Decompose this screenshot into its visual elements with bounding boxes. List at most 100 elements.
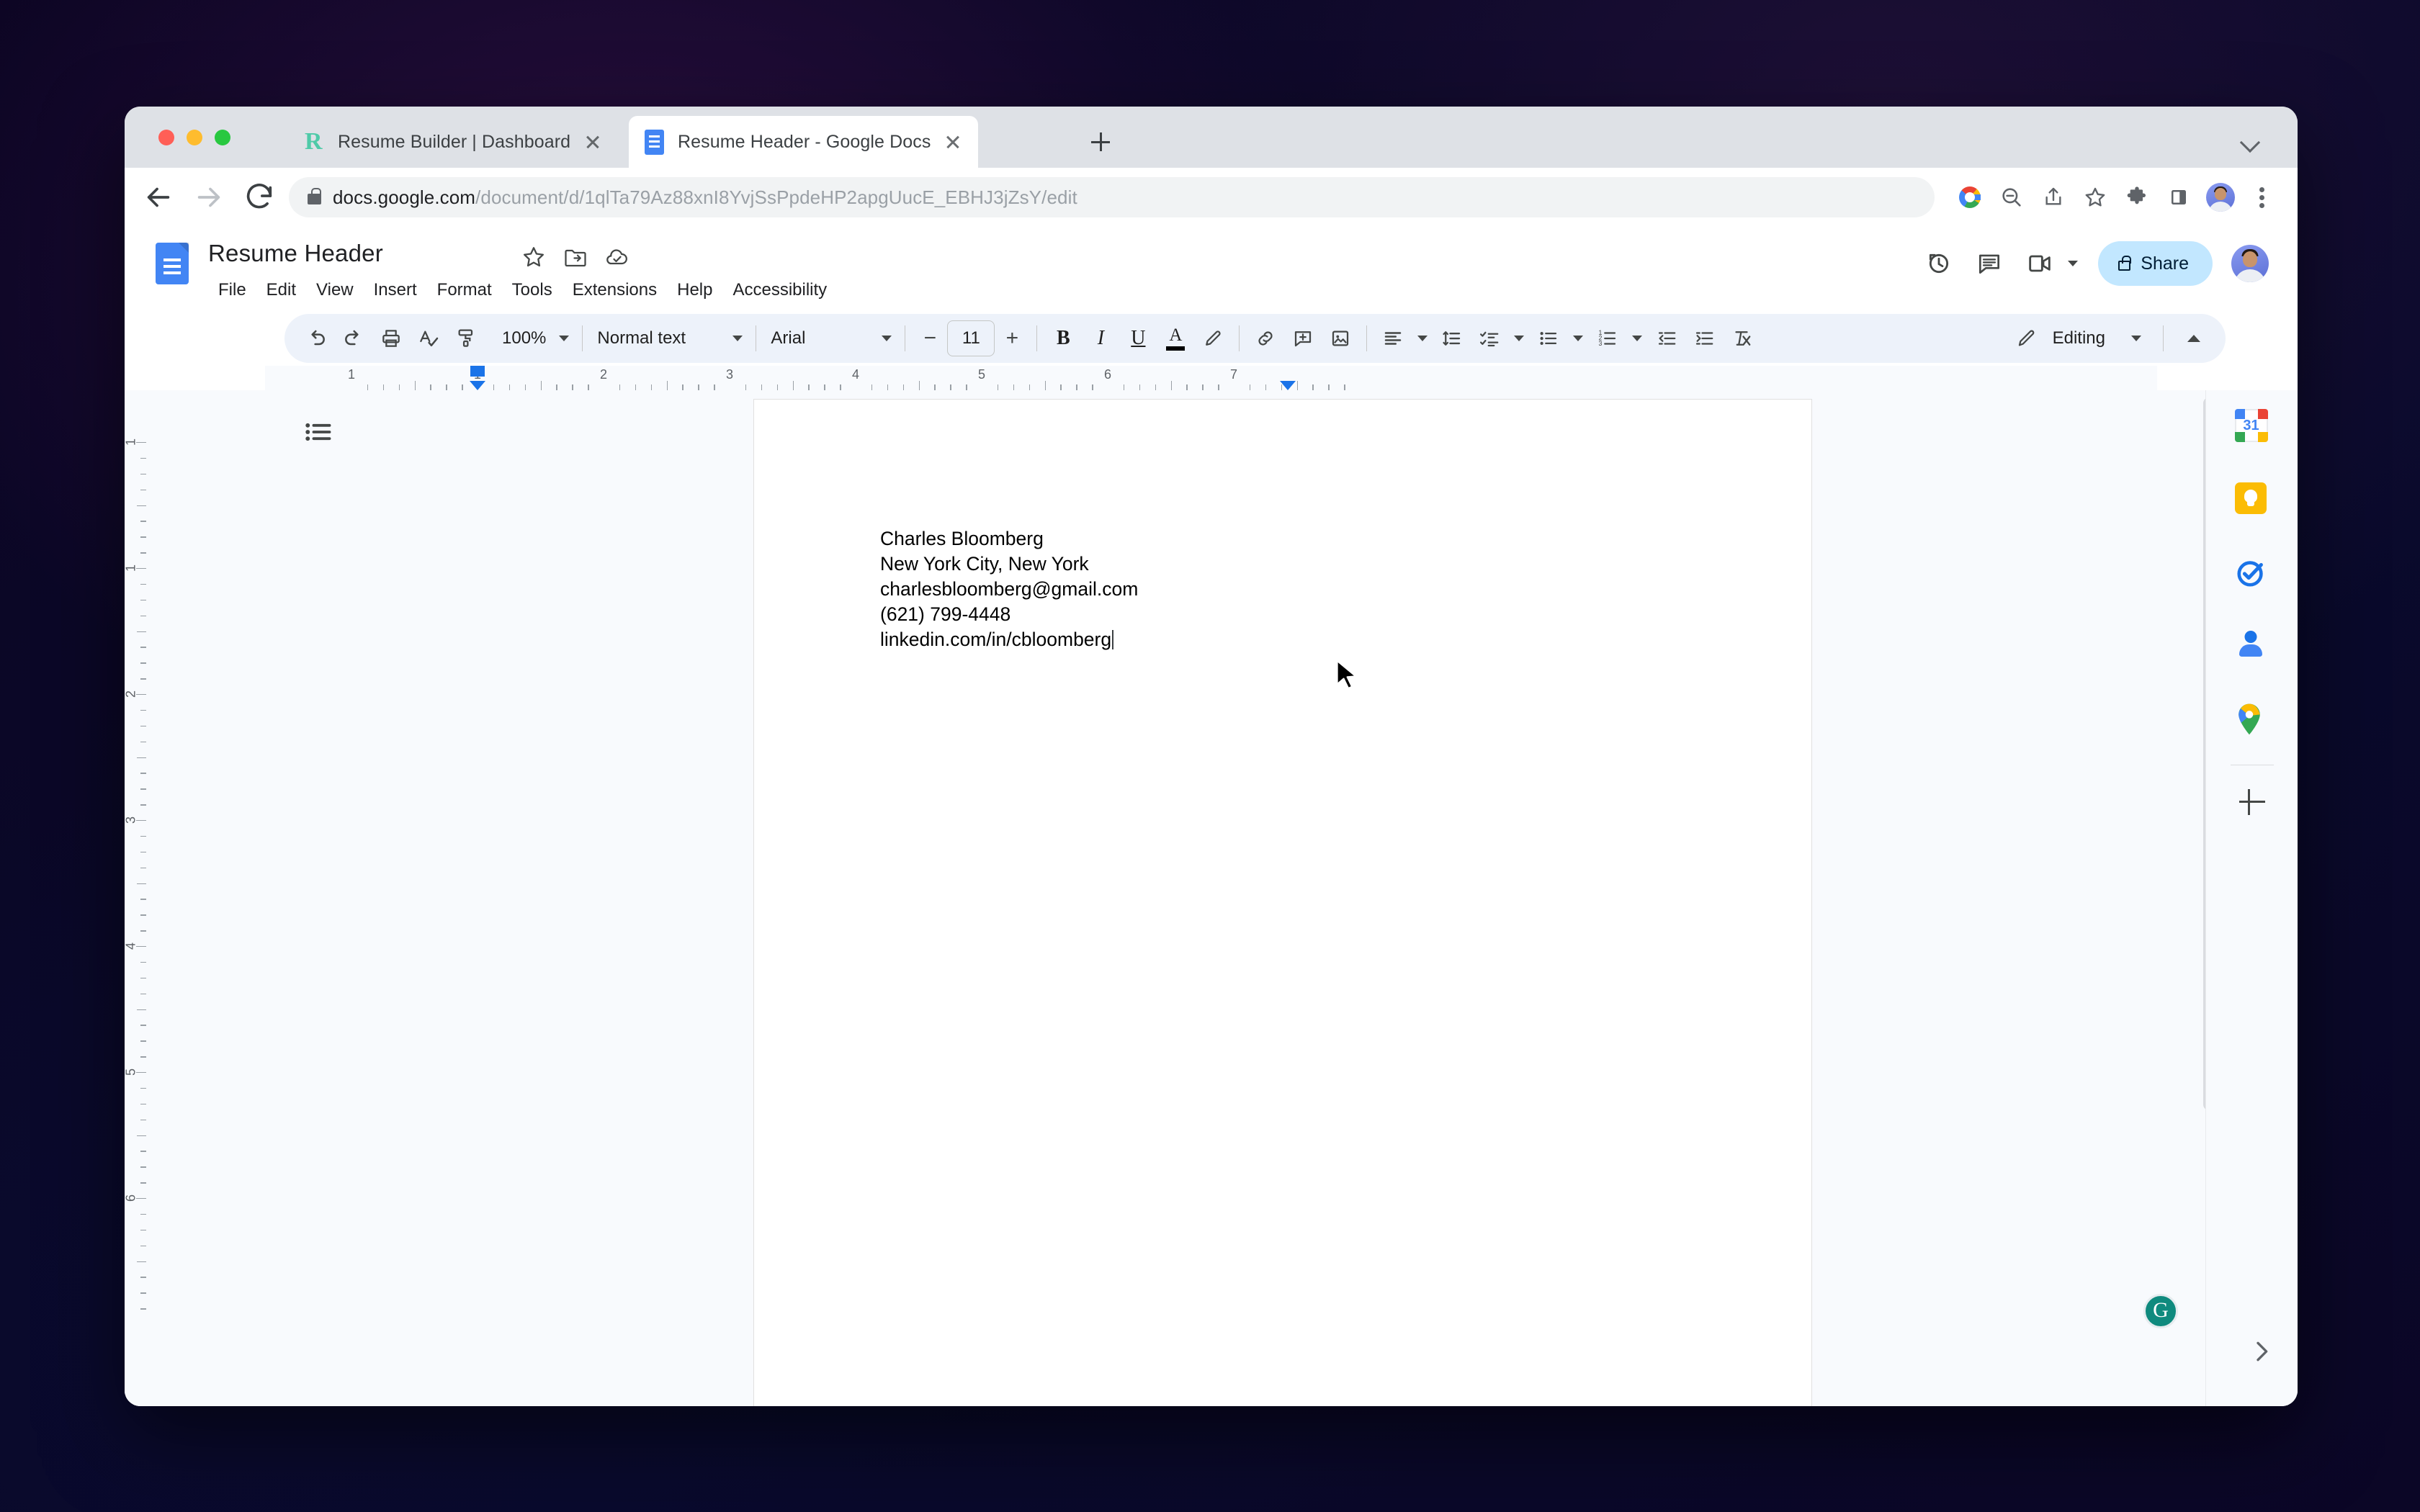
menu-accessibility[interactable]: Accessibility <box>722 276 837 305</box>
zoom-selector[interactable]: 100% <box>485 328 575 348</box>
paint-format-icon[interactable] <box>447 320 485 357</box>
menu-format[interactable]: Format <box>427 276 502 305</box>
menu-file[interactable]: File <box>208 276 256 305</box>
browser-tab-resume-builder[interactable]: R Resume Builder | Dashboard <box>289 116 618 168</box>
close-tab-icon[interactable] <box>942 131 964 153</box>
share-icon[interactable] <box>2033 176 2074 218</box>
ruler-tick <box>1328 384 1330 390</box>
google-icon[interactable] <box>1949 176 1991 218</box>
forward-button[interactable] <box>192 181 225 214</box>
horizontal-ruler[interactable]: 11234567 <box>265 366 2157 390</box>
google-docs-icon <box>645 130 666 155</box>
document-outline-icon[interactable] <box>297 412 338 452</box>
menu-help[interactable]: Help <box>667 276 722 305</box>
new-tab-button[interactable] <box>1085 127 1116 157</box>
address-bar[interactable]: docs.google.com/document/d/1qlTa79Az88xn… <box>289 177 1935 217</box>
highlight-pen-icon[interactable] <box>1194 320 1232 357</box>
increase-indent-icon[interactable] <box>1685 320 1723 357</box>
menu-insert[interactable]: Insert <box>364 276 427 305</box>
first-line-indent-marker[interactable] <box>470 366 485 377</box>
move-to-folder-icon[interactable] <box>563 244 588 270</box>
ruler-tick <box>1170 381 1172 390</box>
ruler-tick <box>1186 384 1188 390</box>
menu-view[interactable]: View <box>306 276 364 305</box>
add-comment-icon[interactable] <box>1284 320 1322 357</box>
document-body-text[interactable]: Charles Bloomberg New York City, New Yor… <box>880 526 1138 652</box>
bookmark-star-icon[interactable] <box>2074 176 2116 218</box>
saved-to-drive-cloud-icon[interactable] <box>604 244 630 270</box>
spellcheck-icon[interactable] <box>410 320 447 357</box>
numbered-list-icon[interactable]: 123 <box>1589 320 1626 357</box>
browser-tab-resume-header[interactable]: Resume Header - Google Docs <box>629 116 979 168</box>
clear-formatting-icon[interactable] <box>1723 320 1760 357</box>
star-icon[interactable] <box>521 244 547 270</box>
decrease-indent-icon[interactable] <box>1648 320 1685 357</box>
bullets-chevron-down-icon[interactable] <box>1573 336 1584 341</box>
font-value: Arial <box>771 328 806 348</box>
close-tab-icon[interactable] <box>582 131 604 153</box>
collapse-toolbar-icon[interactable] <box>2175 320 2213 357</box>
ruler-tick <box>140 678 146 680</box>
checklist-icon[interactable] <box>1471 320 1508 357</box>
google-keep-icon[interactable] <box>2234 482 2269 517</box>
checklist-chevron-down-icon[interactable] <box>1514 336 1525 341</box>
version-history-icon[interactable] <box>1915 240 1963 287</box>
underline-button[interactable]: U <box>1119 320 1157 357</box>
document-title[interactable]: Resume Header <box>208 240 383 267</box>
align-chevron-down-icon[interactable] <box>1417 336 1428 341</box>
editing-mode-pencil-icon[interactable] <box>2008 320 2045 357</box>
font-size-input[interactable]: 11 <box>947 320 995 356</box>
close-window-button[interactable] <box>158 130 174 145</box>
google-contacts-icon[interactable] <box>2235 629 2269 664</box>
insert-link-icon[interactable] <box>1247 320 1284 357</box>
chrome-menu-icon[interactable] <box>2241 176 2283 218</box>
paragraph-style-selector[interactable]: Normal text <box>590 328 748 348</box>
google-meet-icon[interactable] <box>2016 240 2063 287</box>
share-button[interactable]: Share <box>2098 241 2213 286</box>
redo-icon[interactable] <box>335 320 372 357</box>
font-family-selector[interactable]: Arial <box>763 328 897 348</box>
document-page[interactable]: Charles Bloomberg New York City, New Yor… <box>753 399 1812 1406</box>
left-indent-marker[interactable] <box>470 381 485 390</box>
print-icon[interactable] <box>372 320 410 357</box>
profile-avatar[interactable] <box>2200 176 2241 218</box>
menu-tools[interactable]: Tools <box>502 276 563 305</box>
google-maps-icon[interactable] <box>2235 703 2269 737</box>
text-color-button[interactable]: A <box>1157 320 1194 357</box>
google-calendar-icon[interactable]: 31 <box>2234 409 2269 444</box>
menu-extensions[interactable]: Extensions <box>563 276 667 305</box>
extensions-puzzle-icon[interactable] <box>2116 176 2158 218</box>
minimize-window-button[interactable] <box>187 130 202 145</box>
menu-edit[interactable]: Edit <box>256 276 306 305</box>
increase-font-size-button[interactable]: + <box>995 326 1029 351</box>
ruler-tick-label: 1 <box>347 367 356 382</box>
expand-rail-icon[interactable] <box>2247 1337 2276 1366</box>
bulleted-list-icon[interactable] <box>1530 320 1567 357</box>
mode-chevron-down-icon[interactable] <box>2131 336 2141 341</box>
zoom-out-search-icon[interactable] <box>1991 176 2033 218</box>
back-button[interactable] <box>142 181 175 214</box>
numbered-chevron-down-icon[interactable] <box>1632 336 1643 341</box>
maximize-window-button[interactable] <box>215 130 230 145</box>
doc-line-location: New York City, New York <box>880 553 1089 575</box>
ruler-tick <box>136 442 146 444</box>
right-indent-marker[interactable] <box>1280 381 1296 390</box>
account-avatar[interactable] <box>2231 245 2269 282</box>
grammarly-button[interactable]: G <box>2143 1294 2178 1328</box>
line-spacing-icon[interactable] <box>1433 320 1471 357</box>
italic-button[interactable]: I <box>1082 320 1119 357</box>
add-addon-button[interactable] <box>2236 786 2268 818</box>
undo-icon[interactable] <box>297 320 335 357</box>
show-comments-icon[interactable] <box>1966 240 2013 287</box>
bold-button[interactable]: B <box>1044 320 1082 357</box>
ruler-tick <box>1013 384 1015 390</box>
side-panel-icon[interactable] <box>2158 176 2200 218</box>
align-left-icon[interactable] <box>1374 320 1412 357</box>
reload-button[interactable] <box>243 181 276 214</box>
tab-search-chevron-down-icon[interactable] <box>2241 135 2260 145</box>
meet-chevron-down-icon[interactable] <box>2068 261 2079 266</box>
google-tasks-icon[interactable] <box>2235 556 2269 590</box>
insert-image-icon[interactable] <box>1322 320 1359 357</box>
document-canvas: 1123456 Charles Bloomberg New York City,… <box>125 390 2298 1406</box>
decrease-font-size-button[interactable]: − <box>913 326 947 351</box>
